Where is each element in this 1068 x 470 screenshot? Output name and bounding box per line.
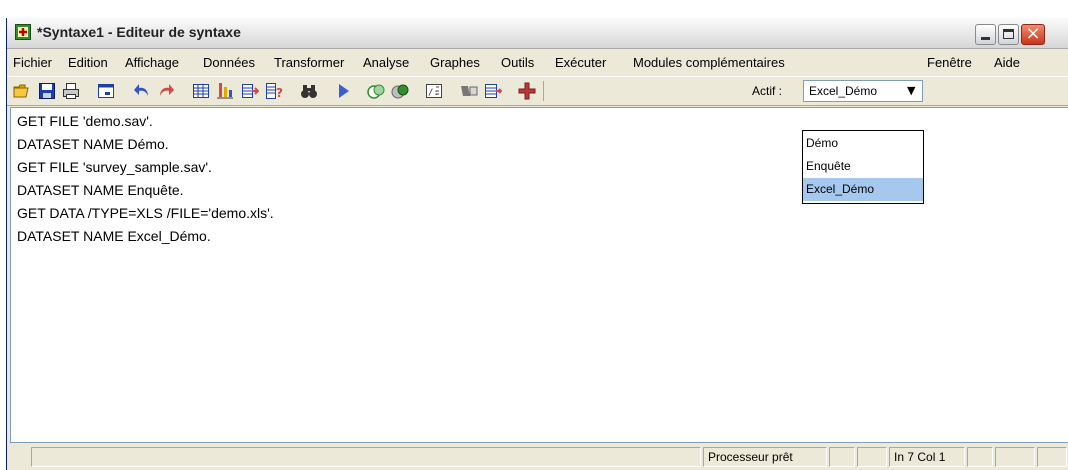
svg-text:/:: /: xyxy=(428,88,439,98)
active-dataset-dropdown[interactable]: Excel_Démo ▼ xyxy=(803,80,923,102)
goto-variable-icon[interactable] xyxy=(216,82,234,100)
menu-modules-complementaires[interactable]: Modules complémentaires xyxy=(633,55,785,70)
toolbar: ? /: Actif: Excel_Démo ▼ xyxy=(7,76,1068,106)
title-bar[interactable]: *Syntaxe1 - Editeur de syntaxe × xyxy=(7,18,1068,49)
goto-case-icon[interactable] xyxy=(192,82,210,100)
menu-graphes[interactable]: Graphes xyxy=(430,55,480,70)
menu-aide[interactable]: Aide xyxy=(994,55,1020,70)
status-cell-empty xyxy=(829,447,855,467)
syntax-help-icon[interactable]: /: xyxy=(425,82,443,100)
code-line: DATASET NAME Enquête. xyxy=(17,182,184,198)
menu-fenetre[interactable]: Fenêtre xyxy=(927,55,972,70)
save-icon[interactable] xyxy=(38,82,56,100)
syntax-editor-icon xyxy=(15,24,31,40)
menu-fichier[interactable]: Fichier xyxy=(13,55,52,70)
value-labels-icon[interactable] xyxy=(367,82,385,100)
menu-edition[interactable]: Edition xyxy=(68,55,108,70)
run-icon[interactable] xyxy=(334,82,352,100)
svg-text:?: ? xyxy=(276,86,283,100)
status-cell-empty xyxy=(967,447,993,467)
print-icon[interactable] xyxy=(62,82,80,100)
code-line: GET FILE 'survey_sample.sav'. xyxy=(17,159,212,175)
status-bar: Processeur prêt In 7 Col 1 xyxy=(7,445,1068,470)
processor-status: Processeur prêt xyxy=(703,447,827,467)
designate-window-icon[interactable] xyxy=(460,82,478,100)
chevron-down-icon[interactable]: ▼ xyxy=(907,84,915,97)
status-cell-message xyxy=(31,447,701,467)
code-line: DATASET NAME Démo. xyxy=(17,136,169,152)
use-sets-icon[interactable]: ? xyxy=(265,82,283,100)
code-line: GET DATA /TYPE=XLS /FILE='demo.xls'. xyxy=(17,205,274,221)
open-icon[interactable] xyxy=(13,82,31,100)
minimize-icon xyxy=(981,37,990,40)
dialog-recall-icon[interactable] xyxy=(97,82,115,100)
cursor-position: In 7 Col 1 xyxy=(889,447,965,467)
spelling-icon[interactable] xyxy=(484,82,502,100)
close-icon: × xyxy=(1025,23,1041,44)
maximize-button[interactable] xyxy=(998,24,1019,45)
find-icon[interactable] xyxy=(300,82,318,100)
code-line: DATASET NAME Excel_Démo. xyxy=(17,228,211,244)
close-button[interactable]: × xyxy=(1021,24,1045,45)
dropdown-option-demo[interactable]: Démo xyxy=(803,132,923,155)
status-cell-empty xyxy=(995,447,1035,467)
menu-outils[interactable]: Outils xyxy=(501,55,534,70)
maximize-icon xyxy=(1003,29,1014,39)
menu-bar: Fichier Edition Affichage Données Transf… xyxy=(7,49,1068,76)
menu-transformer[interactable]: Transformer xyxy=(274,55,344,70)
active-dataset-value: Excel_Démo xyxy=(809,84,878,98)
menu-affichage[interactable]: Affichage xyxy=(125,55,179,70)
dropdown-option-enquete[interactable]: Enquête xyxy=(803,155,923,178)
dropdown-option-excel-demo[interactable]: Excel_Démo xyxy=(803,178,923,201)
menu-donnees[interactable]: Données xyxy=(203,55,255,70)
show-sets-icon[interactable] xyxy=(391,82,409,100)
menu-executer[interactable]: Exécuter xyxy=(555,55,606,70)
menu-analyse[interactable]: Analyse xyxy=(363,55,409,70)
undo-icon[interactable] xyxy=(133,82,151,100)
syntax-editor-window: *Syntaxe1 - Editeur de syntaxe × Fichier… xyxy=(6,18,1068,470)
dataset-dropdown-list: Démo Enquête Excel_Démo xyxy=(802,130,924,204)
status-cell-empty xyxy=(857,447,887,467)
redo-icon[interactable] xyxy=(157,82,175,100)
code-line: GET FILE 'demo.sav'. xyxy=(17,113,153,129)
status-cell-empty xyxy=(1037,447,1067,467)
window-title: *Syntaxe1 - Editeur de syntaxe xyxy=(37,24,241,40)
toolbar-separator xyxy=(543,81,544,101)
minimize-button[interactable] xyxy=(975,24,996,45)
active-dataset-label: Actif : xyxy=(752,84,783,98)
add-icon[interactable] xyxy=(518,82,536,100)
variables-icon[interactable] xyxy=(241,82,259,100)
